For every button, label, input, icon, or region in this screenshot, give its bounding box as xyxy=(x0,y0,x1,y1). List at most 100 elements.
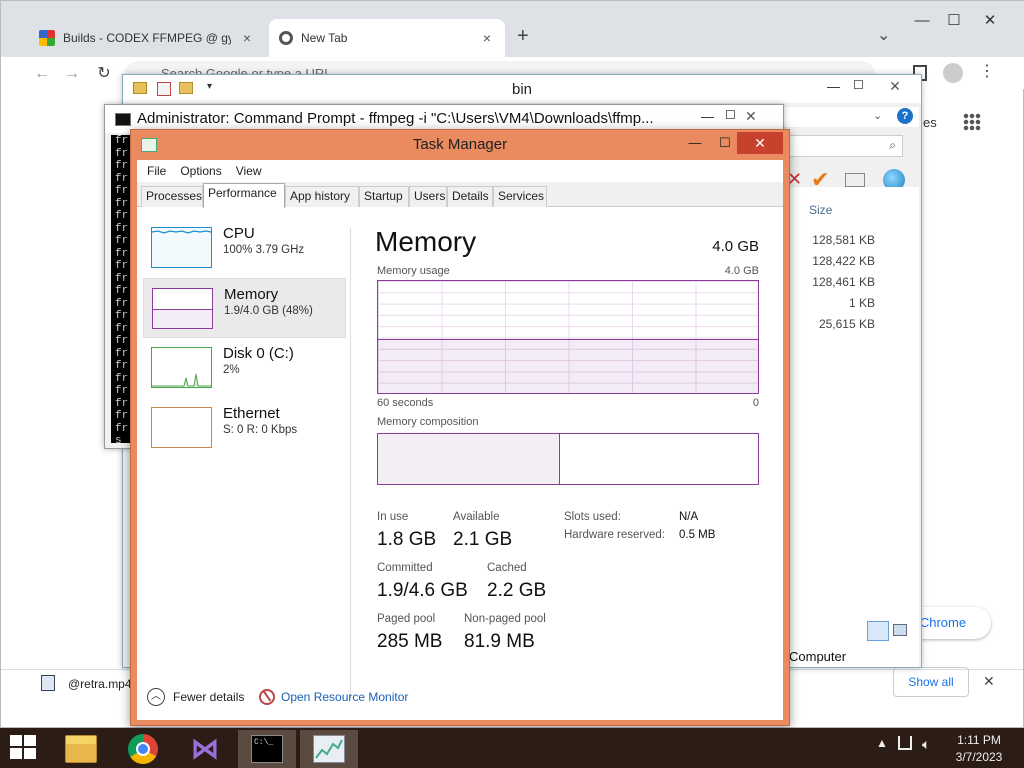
tab-new-tab[interactable]: New Tab × xyxy=(269,19,505,57)
tab-app-history[interactable]: App history xyxy=(285,186,359,207)
tm-minimize-button[interactable]: — xyxy=(681,132,709,154)
tab-processes[interactable]: Processes xyxy=(141,186,203,207)
tm-close-button[interactable]: ✕ xyxy=(737,132,783,154)
ethernet-thumbnail xyxy=(151,407,212,448)
tab-users[interactable]: Users xyxy=(409,186,447,207)
sidebar-item-memory[interactable]: Memory 1.9/4.0 GB (48%) xyxy=(143,278,346,338)
open-resource-monitor-link[interactable]: Open Resource Monitor xyxy=(259,689,408,705)
taskbar-visual-studio[interactable]: ⋈ xyxy=(176,730,234,768)
close-downloads-button[interactable]: ✕ xyxy=(983,673,995,690)
sidebar-item-detail: 1.9/4.0 GB (48%) xyxy=(224,305,313,317)
chrome-maximize-button[interactable]: ☐ xyxy=(937,9,971,33)
chrome-minimize-button[interactable]: — xyxy=(905,9,939,33)
cpu-thumbnail xyxy=(151,227,212,268)
tab-strip: Processes Performance App history Startu… xyxy=(137,182,783,208)
tm-maximize-button[interactable]: ☐ xyxy=(711,132,739,154)
details-view-icon[interactable] xyxy=(867,621,889,641)
large-icons-view-icon[interactable] xyxy=(893,624,907,636)
in-use-value: 1.8 GB xyxy=(377,529,437,550)
memory-usage-label: Memory usage xyxy=(377,265,450,277)
apps-grid-icon[interactable] xyxy=(963,113,981,131)
total-memory: 4.0 GB xyxy=(712,238,759,255)
help-icon[interactable]: ? xyxy=(897,108,913,124)
command-prompt-icon: C:\_ xyxy=(251,735,283,763)
show-hidden-icons[interactable]: ▲ xyxy=(876,736,888,750)
explorer-minimize-button[interactable]: — xyxy=(827,79,840,94)
search-icon: ⌕ xyxy=(889,138,896,152)
memory-usage-max: 4.0 GB xyxy=(724,265,759,277)
chrome-favicon-icon xyxy=(279,31,293,45)
memory-thumbnail xyxy=(152,288,213,329)
sidebar-item-ethernet[interactable]: Ethernet S: 0 R: 0 Kbps xyxy=(143,398,346,458)
taskbar-command-prompt[interactable]: C:\_ xyxy=(238,730,296,768)
rename-icon[interactable] xyxy=(845,173,865,187)
resource-monitor-icon xyxy=(259,689,275,705)
chrome-partial-text: es xyxy=(923,115,937,130)
profile-avatar[interactable] xyxy=(943,63,963,83)
size-column-header[interactable]: Size xyxy=(809,203,832,217)
available-value: 2.1 GB xyxy=(453,529,513,550)
explorer-file-list: Size 128,581 KB 128,422 KB 128,461 KB 1 … xyxy=(779,187,919,667)
file-size: 1 KB xyxy=(848,296,875,310)
explorer-maximize-button[interactable]: ☐ xyxy=(853,78,864,92)
codex-favicon-icon xyxy=(39,30,55,46)
cached-value: 2.2 GB xyxy=(487,580,547,601)
taskbar-chrome[interactable] xyxy=(114,730,172,768)
show-all-button[interactable]: Show all xyxy=(893,667,969,697)
chrome-close-button[interactable]: ✕ xyxy=(973,9,1007,33)
chrome-icon xyxy=(128,734,158,764)
network-icon[interactable] xyxy=(898,736,912,750)
non-paged-pool-value: 81.9 MB xyxy=(464,631,535,652)
menu-options[interactable]: Options xyxy=(174,164,227,178)
explorer-search-box[interactable]: ⌕ xyxy=(779,135,903,157)
fewer-details-button[interactable]: ︿ Fewer details xyxy=(147,688,244,706)
clock-date[interactable]: 3/7/2023 xyxy=(952,750,1006,764)
tab-startup[interactable]: Startup xyxy=(359,186,409,207)
volume-icon[interactable]: 🔈︎ xyxy=(922,736,930,753)
ribbon-expand-icon[interactable]: ⌄ xyxy=(873,109,882,122)
file-explorer-icon xyxy=(65,735,97,763)
download-item[interactable]: @retra.mp4 xyxy=(68,677,132,691)
taskbar-file-explorer[interactable] xyxy=(52,730,110,768)
sidebar-item-disk[interactable]: Disk 0 (C:) 2% xyxy=(143,338,346,398)
sidebar-item-label: Memory xyxy=(224,286,279,303)
tab-ffmpeg-builds[interactable]: Builds - CODEX FFMPEG @ gyan. × xyxy=(29,19,265,57)
menu-file[interactable]: File xyxy=(141,164,172,178)
new-tab-button[interactable]: + xyxy=(517,25,529,48)
cmd-maximize-button[interactable]: ☐ xyxy=(725,108,736,122)
open-resource-monitor-label: Open Resource Monitor xyxy=(281,690,409,704)
footer-bar xyxy=(137,705,783,720)
in-use-label: In use xyxy=(377,511,409,523)
reload-icon[interactable]: ↻ xyxy=(93,63,115,85)
tab-search-button[interactable]: ⌄ xyxy=(877,25,890,45)
task-manager-window: Task Manager — ☐ ✕ File Options View Pro… xyxy=(130,129,790,726)
cached-label: Cached xyxy=(487,562,527,574)
sidebar-item-detail: S: 0 R: 0 Kbps xyxy=(223,424,298,436)
cmd-minimize-button[interactable]: — xyxy=(701,109,714,124)
tab-details[interactable]: Details xyxy=(447,186,493,207)
sidebar-item-detail: 2% xyxy=(223,364,240,376)
file-icon xyxy=(41,675,55,691)
close-tab-icon[interactable]: × xyxy=(239,30,255,46)
explorer-close-button[interactable]: ✕ xyxy=(873,75,917,97)
available-label: Available xyxy=(453,511,500,523)
visual-studio-icon: ⋈ xyxy=(191,733,219,764)
slots-used-value: N/A xyxy=(679,511,699,523)
cmd-close-button[interactable]: ✕ xyxy=(745,108,757,125)
sidebar-item-cpu[interactable]: CPU 100% 3.79 GHz xyxy=(143,218,346,278)
close-tab-icon[interactable]: × xyxy=(479,30,495,46)
tab-performance[interactable]: Performance xyxy=(203,183,285,208)
taskbar-task-manager[interactable] xyxy=(300,730,358,768)
file-size: 128,461 KB xyxy=(812,275,875,289)
menu-view[interactable]: View xyxy=(230,164,268,178)
start-button[interactable] xyxy=(10,735,38,761)
back-icon[interactable]: ← xyxy=(31,63,53,85)
chrome-menu-icon[interactable]: ⋮ xyxy=(979,61,995,81)
clock-time[interactable]: 1:11 PM xyxy=(952,733,1006,747)
explorer-title: bin xyxy=(511,81,533,98)
graph-time-span: 60 seconds xyxy=(377,397,434,409)
forward-icon[interactable]: → xyxy=(61,63,83,85)
file-size: 128,581 KB xyxy=(812,233,875,247)
memory-composition-bar xyxy=(377,433,759,485)
tab-services[interactable]: Services xyxy=(493,186,547,207)
